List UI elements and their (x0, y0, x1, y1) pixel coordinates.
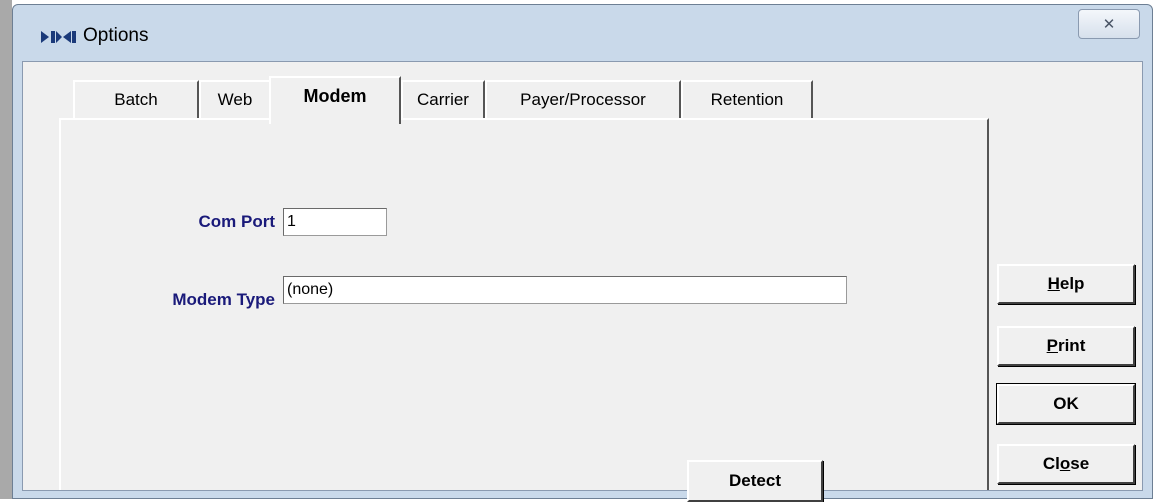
tab-modem[interactable]: Modem (269, 76, 401, 124)
com-port-input[interactable] (283, 208, 387, 236)
window-title: Options (83, 25, 149, 46)
detect-button[interactable]: Detect (687, 460, 823, 502)
ok-button[interactable]: OK (996, 383, 1136, 425)
ok-button-label: OK (1053, 394, 1079, 413)
close-button[interactable]: Close (997, 444, 1135, 484)
detect-button-label: Detect (729, 471, 781, 490)
window-close-button[interactable]: ✕ (1078, 9, 1140, 39)
close-button-label: Close (1042, 454, 1090, 473)
tab-web[interactable]: Web (199, 80, 271, 118)
tab-label: Batch (114, 90, 158, 109)
tab-strip: Batch Web Modem Carrier Payer/Processor … (23, 62, 1144, 124)
background-strip (0, 0, 12, 499)
tab-retention[interactable]: Retention (681, 80, 813, 118)
com-port-label: Com Port (198, 212, 276, 231)
tab-payer-processor[interactable]: Payer/Processor (485, 80, 681, 118)
tab-label: Payer/Processor (520, 90, 646, 109)
tab-label: Modem (303, 86, 367, 106)
tab-label: Carrier (417, 90, 469, 109)
help-button-label: Help (1047, 274, 1085, 293)
modem-type-label: Modem Type (172, 290, 275, 309)
help-button[interactable]: Help (997, 264, 1135, 304)
tab-carrier[interactable]: Carrier (401, 80, 485, 118)
print-button[interactable]: Print (997, 326, 1135, 366)
title-bar: Options ✕ (13, 5, 1152, 61)
close-icon: ✕ (1102, 16, 1116, 33)
dialog-client-area: Batch Web Modem Carrier Payer/Processor … (22, 61, 1144, 502)
tab-label: Web (217, 90, 253, 109)
tab-batch[interactable]: Batch (73, 80, 199, 118)
app-logo-icon (41, 29, 77, 45)
options-dialog: Options ✕ Batch Web Modem Carrier Payer/… (12, 4, 1153, 502)
modem-tab-panel: Com Port Modem Type Detect (59, 118, 989, 502)
modem-type-input[interactable] (283, 276, 847, 304)
print-button-label: Print (1046, 336, 1086, 355)
tab-label: Retention (710, 90, 784, 109)
